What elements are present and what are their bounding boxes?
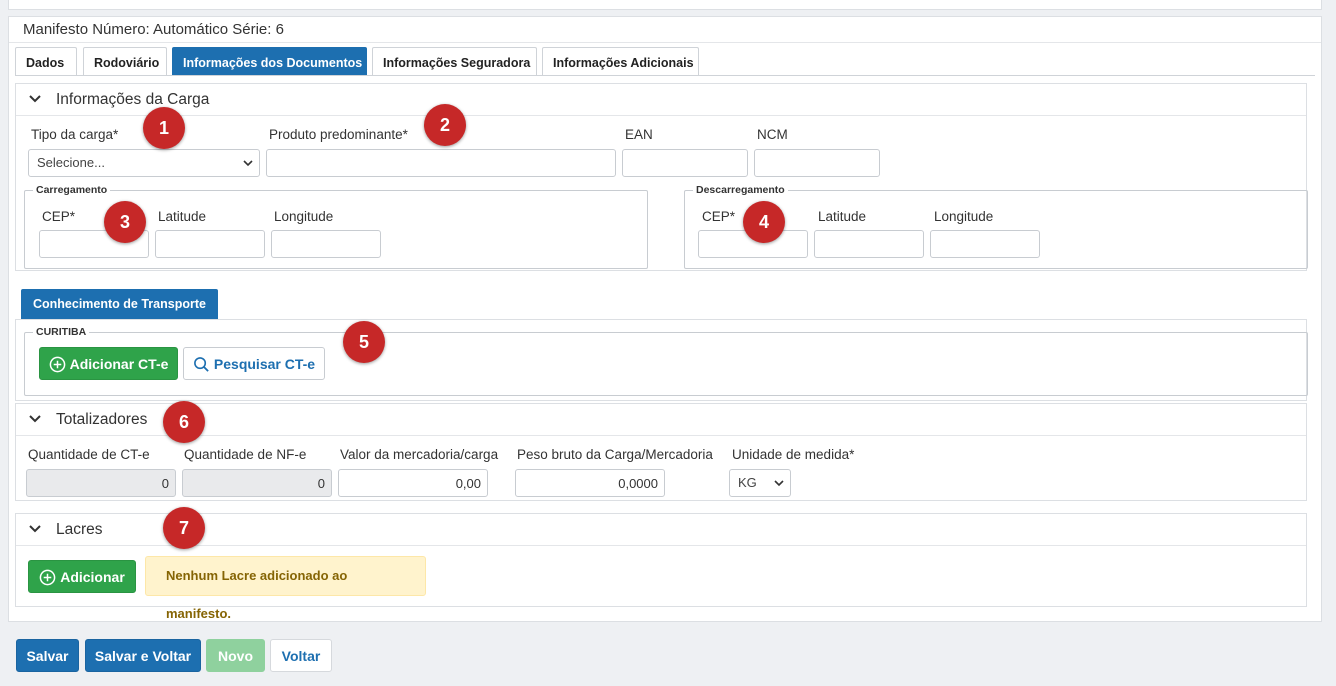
carregamento-cep-label: CEP* <box>42 209 76 224</box>
ean-label: EAN <box>625 127 653 142</box>
descarregamento-longitude-input[interactable] <box>930 230 1040 258</box>
search-cte-button[interactable]: Pesquisar CT-e <box>183 347 325 380</box>
descarregamento-latitude-label: Latitude <box>818 209 867 224</box>
carga-section-header[interactable]: Informações da Carga <box>16 84 1306 116</box>
annotation-badge-2: 2 <box>424 104 466 146</box>
qtd-nfe-input <box>182 469 332 497</box>
annotation-badge-3: 3 <box>104 201 146 243</box>
add-cte-label: Adicionar CT-e <box>69 356 169 372</box>
curitiba-legend: CURITIBA <box>33 326 90 338</box>
carregamento-legend: Carregamento <box>33 184 111 196</box>
unidade-medida-select[interactable]: KG <box>729 469 791 497</box>
add-lacre-label: Adicionar <box>60 569 125 585</box>
tab-informacoes-documentos[interactable]: Informações dos Documentos <box>172 47 367 76</box>
back-button[interactable]: Voltar <box>270 639 332 672</box>
save-button[interactable]: Salvar <box>16 639 79 672</box>
search-icon <box>194 356 209 372</box>
annotation-badge-7: 7 <box>163 507 205 549</box>
qtd-nfe-label: Quantidade de NF-e <box>184 447 307 462</box>
new-button[interactable]: Novo <box>206 639 265 672</box>
valor-mercadoria-input[interactable] <box>338 469 488 497</box>
tab-rodoviario[interactable]: Rodoviário <box>83 47 167 76</box>
tipo-carga-value: Selecione... <box>37 155 105 170</box>
lacres-section-header[interactable]: Lacres <box>16 514 1306 546</box>
save-and-back-button[interactable]: Salvar e Voltar <box>85 639 201 672</box>
tabs-divider <box>15 75 1315 76</box>
descarregamento-longitude-label: Longitude <box>934 209 994 224</box>
descarregamento-cep-label: CEP* <box>702 209 736 224</box>
chevron-down-icon <box>243 160 253 167</box>
search-cte-label: Pesquisar CT-e <box>213 356 316 372</box>
page-title: Manifesto Número: Automático Série: 6 <box>23 21 284 38</box>
tab-dados[interactable]: Dados <box>15 47 77 76</box>
lacres-empty-alert: Nenhum Lacre adicionado ao manifesto. <box>145 556 426 621</box>
descarregamento-latitude-input[interactable] <box>814 230 924 258</box>
chevron-down-icon[interactable] <box>28 522 42 536</box>
unidade-medida-label: Unidade de medida* <box>732 447 855 462</box>
conhecimento-section: CURITIBA Adicionar CT-e Pesquisar CT-e <box>15 319 1308 401</box>
carga-section-title: Informações da Carga <box>56 91 210 108</box>
peso-bruto-input[interactable] <box>515 469 665 497</box>
chevron-down-icon[interactable] <box>28 412 42 426</box>
ean-input[interactable] <box>622 149 748 177</box>
tab-conhecimento-transporte[interactable]: Conhecimento de Transporte <box>21 289 218 319</box>
qtd-cte-label: Quantidade de CT-e <box>28 447 150 462</box>
totalizadores-section: Totalizadores Quantidade de CT-e Quantid… <box>15 403 1307 501</box>
annotation-badge-5: 5 <box>343 321 385 363</box>
plus-circle-icon <box>39 569 56 586</box>
peso-bruto-label: Peso bruto da Carga/Mercadoria <box>517 447 713 462</box>
lacres-section: Lacres Adicionar Nenhum Lacre adicionado… <box>15 513 1307 621</box>
manifest-panel: Manifesto Número: Automático Série: 6 Da… <box>8 16 1322 622</box>
add-lacre-button[interactable]: Adicionar <box>28 560 136 593</box>
annotation-badge-1: 1 <box>143 107 185 149</box>
chevron-down-icon <box>774 480 784 487</box>
top-strip <box>8 0 1322 10</box>
totalizadores-section-header[interactable]: Totalizadores <box>16 404 1306 436</box>
curitiba-fieldset: CURITIBA Adicionar CT-e Pesquisar CT-e <box>24 326 1308 396</box>
descarregamento-legend: Descarregamento <box>693 184 788 196</box>
annotation-badge-4: 4 <box>743 201 785 243</box>
tab-informacoes-adicionais[interactable]: Informações Adicionais <box>542 47 699 76</box>
produto-predominante-input[interactable] <box>266 149 616 177</box>
carregamento-latitude-label: Latitude <box>158 209 207 224</box>
valor-mercadoria-label: Valor da mercadoria/carga <box>340 447 499 462</box>
qtd-cte-input <box>26 469 176 497</box>
tipo-carga-label: Tipo da carga* <box>31 127 119 142</box>
plus-circle-icon <box>49 356 65 373</box>
ncm-label: NCM <box>757 127 788 142</box>
lacres-section-title: Lacres <box>56 521 103 538</box>
carregamento-longitude-label: Longitude <box>274 209 334 224</box>
chevron-down-icon[interactable] <box>28 92 42 106</box>
unidade-medida-value: KG <box>738 475 757 490</box>
tipo-carga-select[interactable]: Selecione... <box>28 149 260 177</box>
ncm-input[interactable] <box>754 149 880 177</box>
carga-section: Informações da Carga Tipo da carga* Sele… <box>15 83 1308 271</box>
produto-predominante-label: Produto predominante* <box>269 127 408 142</box>
add-cte-button[interactable]: Adicionar CT-e <box>39 347 178 380</box>
tab-informacoes-seguradora[interactable]: Informações Seguradora <box>372 47 537 76</box>
carregamento-longitude-input[interactable] <box>271 230 381 258</box>
annotation-badge-6: 6 <box>163 401 205 443</box>
header-divider <box>9 42 1321 43</box>
carregamento-latitude-input[interactable] <box>155 230 265 258</box>
totalizadores-section-title: Totalizadores <box>56 411 148 428</box>
